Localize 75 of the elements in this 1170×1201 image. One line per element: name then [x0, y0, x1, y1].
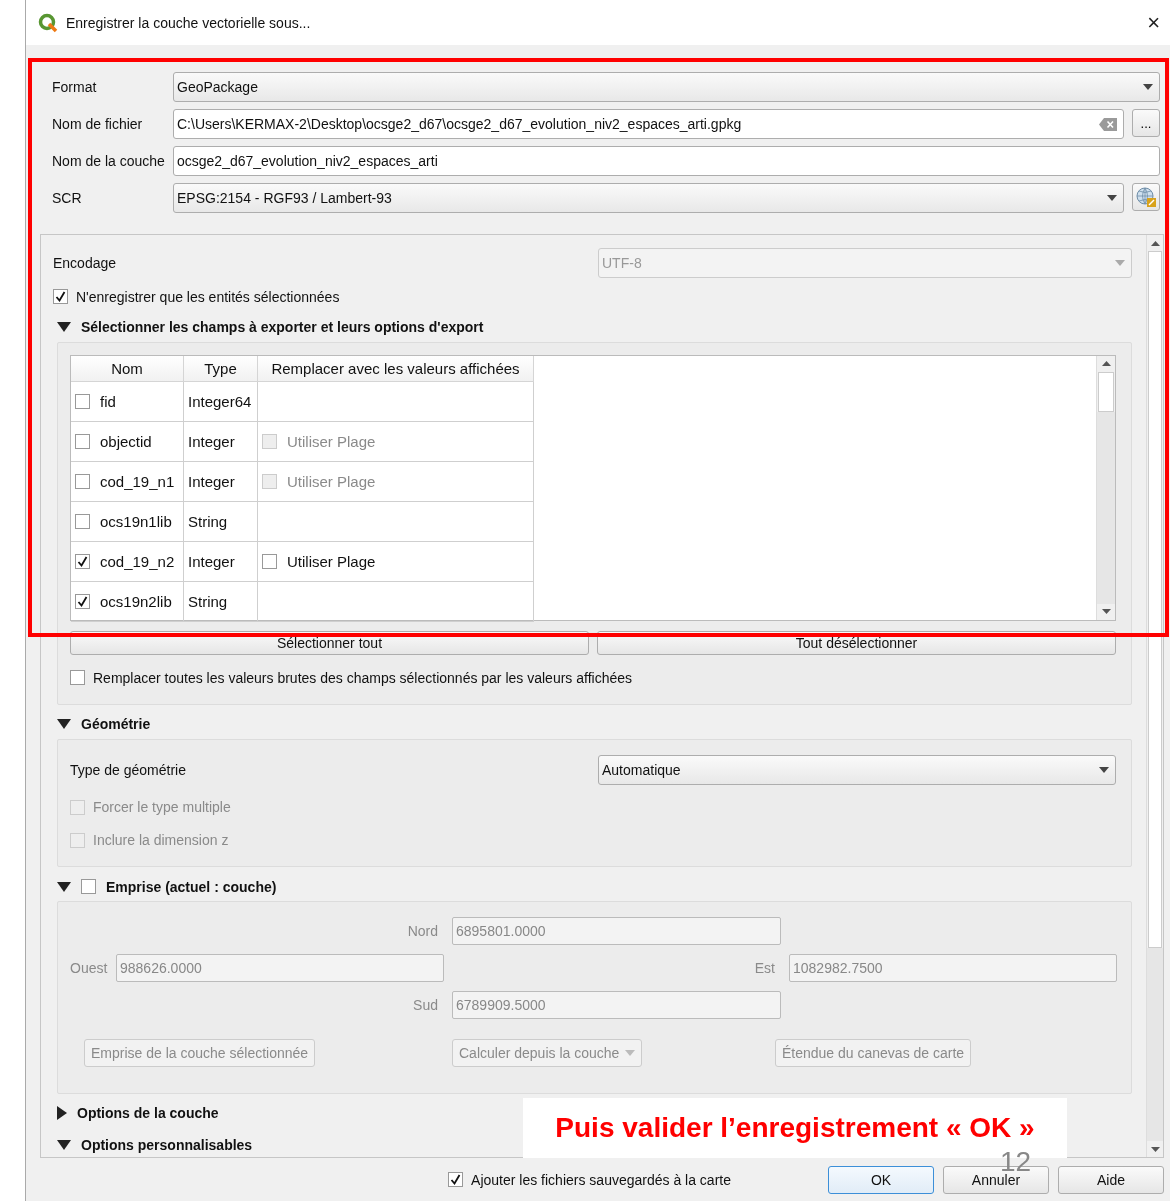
field-label: Nom de fichier: [52, 116, 144, 132]
coordinate-field: 6789909.5000: [452, 991, 781, 1020]
table-cell: String: [184, 581, 258, 622]
checkbox-label: Utiliser Plage: [287, 472, 376, 490]
browse-button[interactable]: ...: [1132, 109, 1160, 137]
layer-name-field[interactable]: ocsge2_d67_evolution_niv2_espaces_arti: [173, 146, 1160, 176]
scrollbar-thumb[interactable]: [1098, 371, 1114, 412]
column-header[interactable]: Type: [184, 355, 258, 382]
crs-button[interactable]: [1132, 183, 1160, 211]
field-label: Encodage: [53, 255, 118, 271]
coordinate-field: 6895801.0000: [452, 917, 781, 946]
dialog-button[interactable]: OK: [828, 1165, 934, 1194]
dropdown-arrow-icon: [1099, 767, 1109, 774]
crs-dropdown[interactable]: EPSG:2154 - RGF93 / Lambert-93: [173, 183, 1124, 213]
checkbox[interactable]: [75, 513, 90, 529]
clear-icon: [1099, 117, 1117, 131]
checkbox-label: Inclure la dimension z: [93, 832, 229, 849]
file-path-field[interactable]: C:\Users\KERMAX-2\Desktop\ocsge2_d67\ocsge2_d67_evolution_niv2_espaces_arti.gpkg: [173, 109, 1124, 139]
dropdown-arrow-icon: [1107, 195, 1117, 201]
dialog-button[interactable]: Aide: [1058, 1165, 1164, 1194]
dropdown-arrow-icon: [1115, 260, 1125, 266]
field-label: Nom de la couche: [52, 153, 166, 169]
coordinate-field: 1082982.7500: [789, 954, 1117, 983]
encoding-dropdown: UTF-8: [598, 248, 1132, 278]
checkbox[interactable]: [75, 473, 90, 489]
section-title[interactable]: Options de la couche: [77, 1105, 219, 1121]
checkbox-label: N'enregistrer que les entités sélectionnées: [76, 288, 340, 305]
table-cell: fid: [100, 392, 116, 410]
checkbox-label: Forcer le type multiple: [93, 799, 231, 816]
scrollbar-thumb[interactable]: [1148, 251, 1162, 948]
dropdown-arrow-icon: [625, 1050, 636, 1057]
checkbox-label: Utiliser Plage: [287, 432, 376, 450]
table-cell: cod_19_n2: [100, 552, 175, 570]
field-label: Type de géométrie: [70, 762, 187, 779]
checkbox[interactable]: [75, 393, 90, 409]
geometry-type-dropdown[interactable]: Automatique: [598, 755, 1116, 786]
table-cell: Integer64: [184, 381, 258, 422]
globe-icon: [1135, 186, 1157, 208]
table-cell: ocs19n1lib: [100, 512, 172, 530]
field-label: Sud: [413, 997, 438, 1014]
logo-icon: [38, 12, 58, 33]
table-cell: Integer: [184, 461, 258, 502]
field-label: SCR: [52, 190, 83, 206]
format-dropdown[interactable]: GeoPackage: [173, 72, 1160, 102]
checkbox[interactable]: [75, 433, 90, 449]
column-header[interactable]: Remplacer avec les valeurs affichées: [258, 355, 534, 382]
close-button[interactable]: ×: [1145, 9, 1162, 36]
checkbox[interactable]: [448, 1172, 464, 1187]
dropdown-arrow-icon: [1143, 84, 1153, 90]
section-title[interactable]: Options personnalisables: [81, 1137, 253, 1154]
checkbox[interactable]: [75, 553, 90, 569]
table-cell: objectid: [100, 432, 152, 450]
field-label: Est: [754, 960, 775, 977]
field-label: Format: [52, 79, 98, 95]
table-cell: Integer: [184, 421, 258, 462]
section-title[interactable]: Sélectionner les champs à exporter et leurs options d'export: [81, 319, 484, 336]
field-label: Nord: [407, 923, 438, 940]
checkbox[interactable]: [75, 593, 90, 609]
section-title[interactable]: Emprise (actuel : couche): [106, 878, 277, 895]
coordinate-field: 988626.0000: [116, 954, 444, 983]
checkbox-label: Remplacer toutes les valeurs brutes des champs sélectionnés par les valeurs affichées: [93, 669, 632, 686]
table-cell: cod_19_n1: [100, 472, 175, 490]
checkbox[interactable]: [70, 670, 85, 686]
table-cell: Integer: [184, 541, 258, 582]
checkbox-label: Utiliser Plage: [287, 552, 376, 570]
field-label: Ouest: [70, 960, 108, 977]
column-header[interactable]: Nom: [71, 355, 184, 382]
checkbox[interactable]: [262, 553, 277, 569]
checkbox-label: Ajouter les fichiers sauvegardés à la carte: [471, 1171, 731, 1188]
section-title[interactable]: Géométrie: [81, 716, 151, 733]
checkbox[interactable]: [81, 879, 96, 895]
checkbox[interactable]: [53, 289, 68, 305]
window-title: Enregistrer la couche vectorielle sous...: [66, 14, 312, 31]
table-cell: ocs19n2lib: [100, 592, 172, 610]
table-cell: String: [184, 501, 258, 542]
